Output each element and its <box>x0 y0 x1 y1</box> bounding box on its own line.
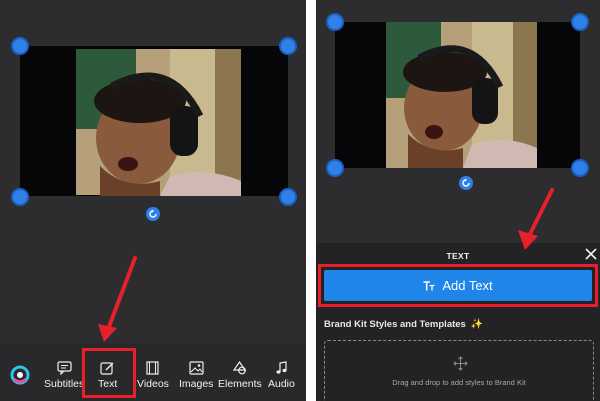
toolbar-item-images[interactable]: Images <box>179 361 213 395</box>
resize-handle-bottom-left[interactable] <box>326 159 344 177</box>
image-icon <box>189 361 204 375</box>
editor-panel-left: Subtitles Text Videos Images Elements Au… <box>0 0 306 401</box>
resize-handle-top-right[interactable] <box>279 37 297 55</box>
add-text-label: Add Text <box>442 278 493 293</box>
resize-handle-top-left[interactable] <box>11 37 29 55</box>
rotate-icon <box>149 209 157 218</box>
text-size-icon <box>423 280 435 290</box>
editor-panel-right: TEXT Add Text Brand Kit Styles and Templ… <box>316 0 600 401</box>
dropzone-hint: Drag and drop to add styles to Brand Kit <box>392 378 526 387</box>
toolbar-label: Elements <box>218 378 262 390</box>
sparkle-icon: ✨ <box>470 319 484 330</box>
toolbar-label: Images <box>179 378 214 390</box>
resize-handle-bottom-left[interactable] <box>11 188 29 206</box>
video-preview[interactable] <box>20 46 288 196</box>
resize-handle-bottom-right[interactable] <box>571 159 589 177</box>
brand-kit-heading: Brand Kit Styles and Templates ✨ <box>324 319 483 330</box>
toolbar-label: Audio <box>268 378 295 390</box>
video-thumbnail-image <box>20 46 288 196</box>
subtitles-icon <box>57 361 72 375</box>
music-note-icon <box>276 361 287 374</box>
rotate-handle[interactable] <box>146 207 160 221</box>
add-text-button[interactable]: Add Text <box>324 270 592 301</box>
move-arrows-icon <box>453 356 468 371</box>
toolbar-label: Subtitles <box>44 378 85 390</box>
video-thumbnail-image <box>335 22 580 168</box>
brand-kit-heading-label: Brand Kit Styles and Templates <box>324 319 466 330</box>
brand-kit-dropzone[interactable]: Drag and drop to add styles to Brand Kit <box>324 340 594 401</box>
toolbar-label: Videos <box>137 378 169 390</box>
toolbar-item-elements[interactable]: Elements <box>218 361 262 395</box>
film-icon <box>146 361 160 375</box>
annotation-highlight-text-tool <box>82 348 136 398</box>
resize-handle-top-left[interactable] <box>326 13 344 31</box>
close-icon[interactable] <box>584 247 598 261</box>
toolbar-item-audio[interactable]: Audio <box>268 361 295 395</box>
toolbar-item-subtitles[interactable]: Subtitles <box>44 361 84 395</box>
rotate-icon <box>462 178 470 187</box>
shapes-icon <box>233 361 247 375</box>
panel-title: TEXT <box>446 251 470 261</box>
rotate-handle[interactable] <box>459 176 473 190</box>
toolbar-item-videos[interactable]: Videos <box>137 361 169 395</box>
video-preview[interactable] <box>335 22 580 168</box>
app-logo-icon[interactable] <box>10 365 30 385</box>
resize-handle-bottom-right[interactable] <box>279 188 297 206</box>
text-panel-sheet: TEXT Add Text Brand Kit Styles and Templ… <box>316 243 600 401</box>
annotation-highlight-add-text: Add Text <box>318 264 598 307</box>
bottom-toolbar: Subtitles Text Videos Images Elements Au… <box>0 343 306 401</box>
resize-handle-top-right[interactable] <box>571 13 589 31</box>
